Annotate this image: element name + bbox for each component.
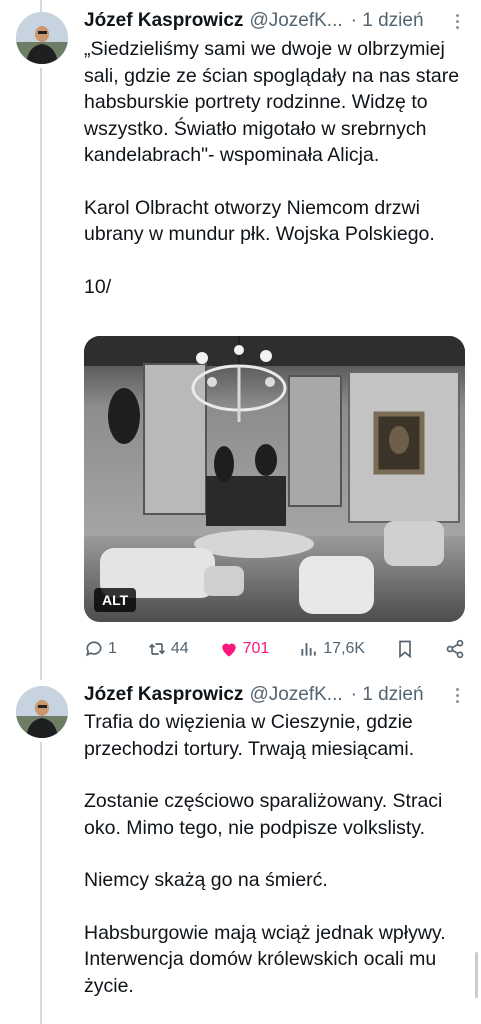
author-name[interactable]: Józef Kasprowicz — [84, 10, 243, 32]
bookmark-button[interactable] — [395, 639, 415, 659]
thread-line-top — [40, 0, 42, 12]
tweet-paragraph: 10/ — [84, 275, 112, 298]
tweet-time[interactable]: · 1 dzień — [351, 684, 424, 706]
tweet-1[interactable]: Józef Kasprowicz @JozefK... · 1 dzień „S… — [84, 8, 467, 300]
views-count: 17,6K — [323, 640, 366, 657]
author-name[interactable]: Józef Kasprowicz — [84, 684, 243, 706]
reply-count: 1 — [108, 640, 117, 657]
thread-line-1 — [40, 68, 42, 680]
retweet-count: 44 — [170, 640, 189, 657]
retweet-button[interactable]: 44 — [147, 639, 189, 659]
avatar[interactable] — [16, 686, 68, 738]
tweet-2[interactable]: Józef Kasprowicz @JozefK... · 1 dzień Tr… — [84, 682, 467, 999]
like-button[interactable]: 701 — [219, 639, 270, 659]
reply-icon — [86, 641, 102, 657]
share-button[interactable] — [445, 639, 465, 659]
photo-salon-illustration — [84, 336, 465, 622]
tweet-text: Trafia do więzienia w Cieszynie, gdzie p… — [84, 709, 467, 999]
reply-button[interactable]: 1 — [84, 639, 117, 659]
tweet-paragraph: Zostanie częściowo sparaliżowany. Straci… — [84, 790, 443, 839]
bookmark-icon — [399, 640, 411, 659]
views-icon — [301, 643, 317, 656]
views-button[interactable]: 17,6K — [299, 639, 365, 659]
alt-badge[interactable]: ALT — [94, 588, 137, 612]
like-count: 701 — [242, 640, 270, 657]
author-handle[interactable]: @JozefK... — [249, 10, 342, 32]
tweet-photo[interactable]: ALT — [84, 336, 465, 622]
more-options-icon[interactable] — [447, 13, 467, 29]
tweet-paragraph: Niemcy skażą go na śmierć. — [84, 869, 328, 891]
share-icon — [446, 639, 464, 659]
tweet-paragraph: „Siedzieliśmy sami we dwoje w olbrzymiej… — [84, 38, 460, 166]
retweet-icon — [148, 643, 165, 655]
tweet-paragraph: Trafia do więzienia w Cieszynie, gdzie p… — [84, 711, 415, 760]
author-handle[interactable]: @JozefK... — [249, 684, 342, 706]
more-options-icon[interactable] — [447, 687, 467, 703]
tweet-text: „Siedzieliśmy sami we dwoje w olbrzymiej… — [84, 36, 467, 300]
tweet-paragraph: Karol Olbracht otworzy Niemcom drzwi ubr… — [84, 196, 435, 246]
scrollbar[interactable] — [475, 952, 478, 998]
tweet-paragraph: Habsburgowie mają wciąż jednak wpływy. I… — [84, 921, 446, 997]
tweet-header: Józef Kasprowicz @JozefK... · 1 dzień — [84, 682, 467, 708]
thread-line-2 — [40, 742, 42, 1024]
avatar[interactable] — [16, 12, 68, 64]
tweet-time[interactable]: · 1 dzień — [351, 10, 424, 32]
tweet-header: Józef Kasprowicz @JozefK... · 1 dzień — [84, 8, 467, 34]
tweet-actions: 1 44 701 17,6K — [84, 636, 465, 662]
heart-icon — [221, 643, 236, 657]
